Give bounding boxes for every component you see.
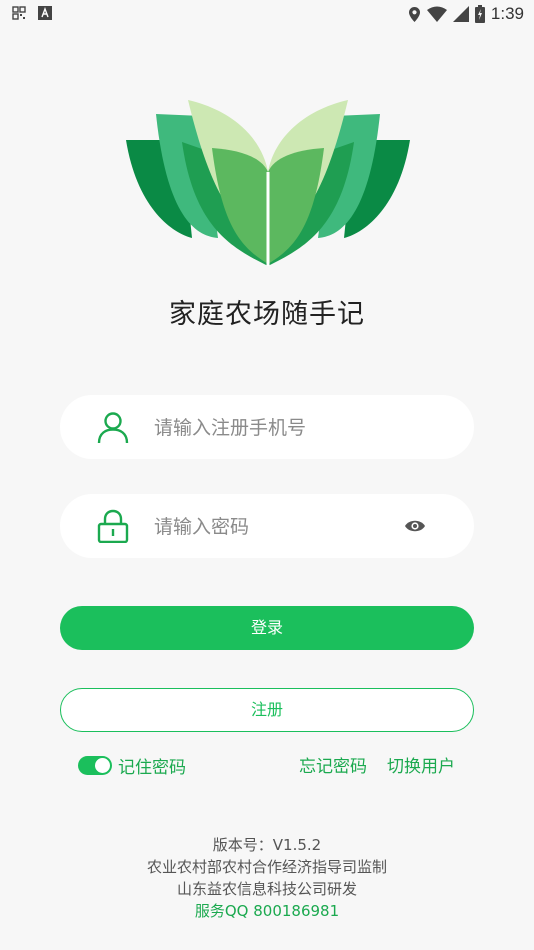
signal-icon bbox=[452, 6, 469, 22]
footer: 版本号：V1.5.2 农业农村部农村合作经济指导司监制 山东益农信息科技公司研发… bbox=[0, 834, 534, 922]
lock-icon bbox=[97, 509, 129, 543]
developer-text: 山东益农信息科技公司研发 bbox=[176, 880, 357, 898]
register-button[interactable]: 注册 bbox=[60, 688, 474, 732]
user-icon bbox=[97, 412, 129, 444]
remember-password[interactable]: 记住密码 bbox=[78, 753, 186, 778]
switch-user-link[interactable]: 切换用户 bbox=[387, 752, 455, 777]
app-title: 家庭农场随手记 bbox=[169, 299, 365, 330]
wifi-icon bbox=[426, 6, 447, 22]
login-button[interactable]: 登录 bbox=[60, 606, 474, 650]
app-logo bbox=[126, 100, 410, 266]
password-field[interactable] bbox=[60, 494, 474, 558]
location-icon bbox=[408, 6, 420, 22]
supervisor-text: 农业农村部农村合作经济指导司监制 bbox=[146, 858, 387, 876]
remember-toggle[interactable] bbox=[78, 756, 112, 775]
eye-icon[interactable] bbox=[404, 516, 426, 536]
status-time: 1:39 bbox=[490, 4, 524, 23]
remember-label: 记住密码 bbox=[118, 758, 186, 778]
qr-grid-icon bbox=[12, 6, 26, 20]
phone-field[interactable] bbox=[60, 395, 474, 459]
battery-icon bbox=[474, 5, 485, 23]
version-text: 版本号：V1.5.2 bbox=[212, 836, 322, 854]
password-input[interactable] bbox=[152, 506, 416, 548]
forgot-password-link[interactable]: 忘记密码 bbox=[299, 752, 367, 777]
phone-input[interactable] bbox=[152, 407, 416, 449]
status-bar: 1:39 bbox=[0, 0, 534, 28]
service-qq: 服务QQ 800186981 bbox=[194, 902, 340, 920]
font-a-icon bbox=[38, 6, 52, 20]
